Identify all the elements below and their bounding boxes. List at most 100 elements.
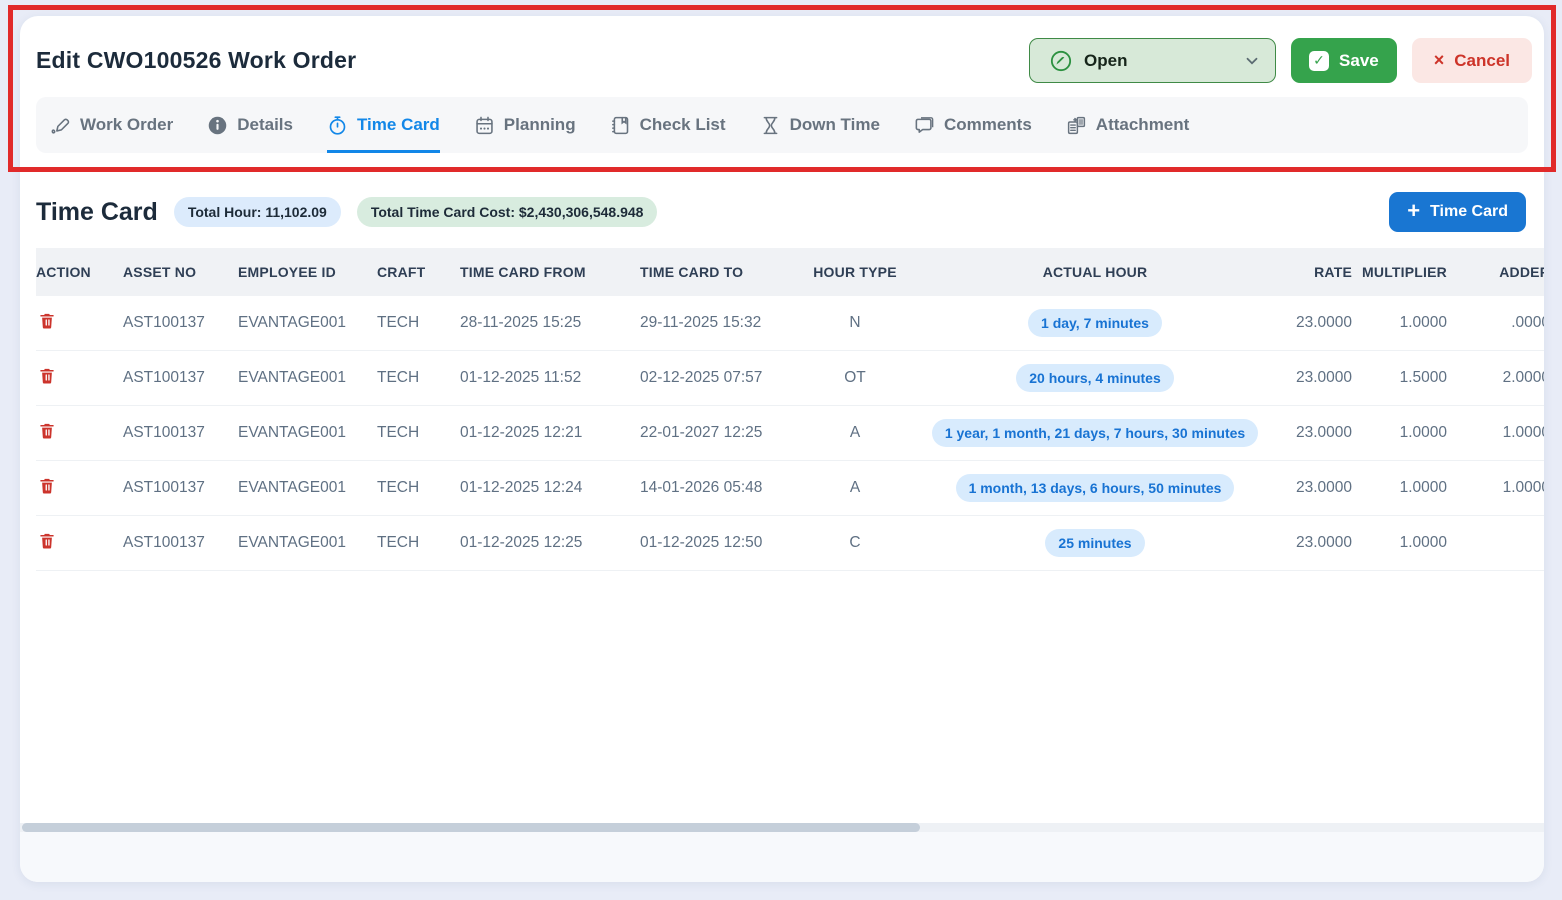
cell-time-card-to: 01-12-2025 12:50 (640, 516, 790, 571)
trash-icon (38, 531, 56, 551)
attachment-icon (1066, 115, 1087, 136)
tab-down-time[interactable]: Down Time (760, 97, 880, 153)
tab-label: Attachment (1096, 115, 1190, 135)
cell-craft: TECH (377, 406, 460, 461)
total-hour-badge: Total Hour: 11,102.09 (174, 197, 341, 227)
cell-time-card-to: 22-01-2027 12:25 (640, 406, 790, 461)
col-time-card-from: TIME CARD FROM (460, 248, 640, 296)
cell-asset-no: AST100137 (123, 296, 238, 351)
cell-craft: TECH (377, 516, 460, 571)
tab-comments[interactable]: Comments (914, 97, 1032, 153)
tab-time-card[interactable]: Time Card (327, 97, 440, 153)
tab-label: Time Card (357, 115, 440, 135)
stopwatch-icon (327, 115, 348, 136)
tab-label: Check List (640, 115, 726, 135)
cell-asset-no: AST100137 (123, 406, 238, 461)
col-asset-no: ASSET NO (123, 248, 238, 296)
tab-work-order[interactable]: Work Order (50, 97, 173, 153)
plus-icon: + (1407, 200, 1420, 222)
tab-label: Work Order (80, 115, 173, 135)
cell-multiplier: 1.0000 (1362, 406, 1457, 461)
delete-row-button[interactable] (36, 421, 56, 444)
tab-label: Comments (944, 115, 1032, 135)
time-card-table: ACTION ASSET NO EMPLOYEE ID CRAFT TIME C… (36, 248, 1544, 571)
status-dropdown[interactable]: Open (1029, 38, 1276, 83)
chevron-down-icon (1243, 52, 1261, 70)
cell-hour-type: A (790, 461, 920, 516)
col-rate: RATE (1270, 248, 1362, 296)
cell-employee-id: EVANTAGE001 (238, 406, 377, 461)
col-time-card-to: TIME CARD TO (640, 248, 790, 296)
cell-actual-hour: 1 month, 13 days, 6 hours, 50 minutes (920, 461, 1270, 516)
cell-hour-type: OT (790, 351, 920, 406)
cancel-button[interactable]: × Cancel (1412, 38, 1532, 83)
add-time-card-label: Time Card (1430, 203, 1508, 221)
tab-check-list[interactable]: Check List (610, 97, 726, 153)
table-header-row: ACTION ASSET NO EMPLOYEE ID CRAFT TIME C… (36, 248, 1544, 296)
time-card-table-container: ACTION ASSET NO EMPLOYEE ID CRAFT TIME C… (20, 248, 1544, 823)
comment-icon (914, 115, 935, 136)
delete-row-button[interactable] (36, 311, 56, 334)
cancel-button-label: Cancel (1454, 51, 1510, 71)
cell-actual-hour: 20 hours, 4 minutes (920, 351, 1270, 406)
trash-icon (38, 476, 56, 496)
cell-rate: 23.0000 (1270, 406, 1362, 461)
col-actual-hour: ACTUAL HOUR (920, 248, 1270, 296)
cell-hour-type: N (790, 296, 920, 351)
col-craft: CRAFT (377, 248, 460, 296)
cell-adder: 1.0000 (1457, 461, 1544, 516)
delete-row-button[interactable] (36, 366, 56, 389)
cell-asset-no: AST100137 (123, 516, 238, 571)
cell-adder: 2.0000 (1457, 351, 1544, 406)
add-time-card-button[interactable]: + Time Card (1389, 192, 1526, 232)
tab-details[interactable]: Details (207, 97, 293, 153)
trash-icon (38, 311, 56, 331)
delete-row-button[interactable] (36, 531, 56, 554)
col-adder: ADDER (1457, 248, 1544, 296)
cell-multiplier: 1.0000 (1362, 516, 1457, 571)
table-row: AST100137 EVANTAGE001 TECH 01-12-2025 12… (36, 461, 1544, 516)
col-action: ACTION (36, 248, 123, 296)
cell-hour-type: C (790, 516, 920, 571)
cell-time-card-to: 02-12-2025 07:57 (640, 351, 790, 406)
cell-craft: TECH (377, 296, 460, 351)
cell-actual-hour: 25 minutes (920, 516, 1270, 571)
cell-time-card-from: 01-12-2025 12:21 (460, 406, 640, 461)
actual-hour-badge: 20 hours, 4 minutes (1016, 364, 1173, 392)
section-title: Time Card (36, 198, 158, 227)
horizontal-scrollbar-track[interactable] (20, 823, 1544, 832)
cell-asset-no: AST100137 (123, 351, 238, 406)
pen-icon (50, 115, 71, 136)
tab-attachment[interactable]: Attachment (1066, 97, 1190, 153)
total-cost-badge: Total Time Card Cost: $2,430,306,548.948 (357, 197, 658, 227)
cell-rate: 23.0000 (1270, 461, 1362, 516)
col-employee-id: EMPLOYEE ID (238, 248, 377, 296)
horizontal-scrollbar-thumb[interactable] (22, 823, 920, 832)
close-icon: × (1434, 50, 1445, 71)
notebook-icon (610, 115, 631, 136)
time-card-section-header: Time Card Total Hour: 11,102.09 Total Ti… (20, 170, 1544, 248)
tabbar-wrap: Work Order Details Time Card Planning (20, 97, 1544, 170)
save-button[interactable]: ✓ Save (1291, 38, 1397, 83)
col-multiplier: MULTIPLIER (1362, 248, 1457, 296)
trash-icon (38, 366, 56, 386)
col-hour-type: HOUR TYPE (790, 248, 920, 296)
tab-planning[interactable]: Planning (474, 97, 576, 153)
cell-craft: TECH (377, 461, 460, 516)
actual-hour-badge: 1 year, 1 month, 21 days, 7 hours, 30 mi… (932, 419, 1258, 447)
cell-adder: 1.0000 (1457, 406, 1544, 461)
calendar-icon (474, 115, 495, 136)
cell-multiplier: 1.0000 (1362, 461, 1457, 516)
tabbar: Work Order Details Time Card Planning (36, 97, 1528, 153)
status-label: Open (1084, 51, 1243, 71)
delete-row-button[interactable] (36, 476, 56, 499)
cell-employee-id: EVANTAGE001 (238, 516, 377, 571)
cell-craft: TECH (377, 351, 460, 406)
cell-time-card-to: 14-01-2026 05:48 (640, 461, 790, 516)
cell-actual-hour: 1 year, 1 month, 21 days, 7 hours, 30 mi… (920, 406, 1270, 461)
cell-multiplier: 1.5000 (1362, 351, 1457, 406)
info-icon (207, 115, 228, 136)
cell-adder (1457, 516, 1544, 571)
card-header: Edit CWO100526 Work Order Open ✓ Save × … (20, 16, 1544, 97)
hourglass-icon (760, 115, 781, 136)
